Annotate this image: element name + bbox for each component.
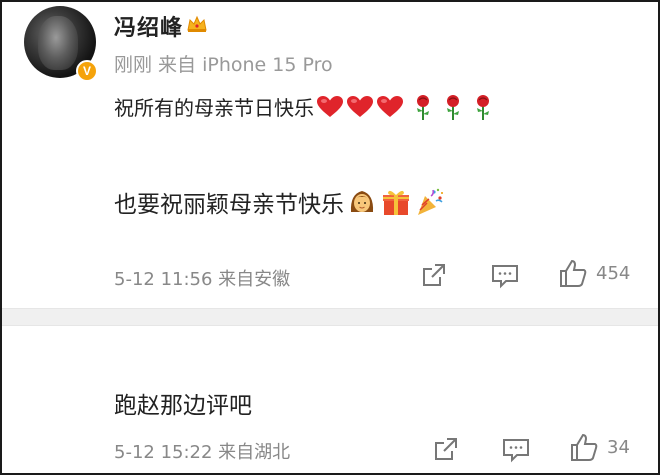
reply-like-count: 34 [607,436,630,458]
share-icon [435,438,457,460]
like-count: 454 [596,262,631,284]
post-meta: 刚刚 来自 iPhone 15 Pro [114,54,333,76]
section-divider [2,308,658,326]
post-timestamp: 5-12 11:56 来自安徽 [114,269,291,290]
share-button[interactable] [421,262,447,288]
verified-badge-icon: V [76,60,98,82]
username[interactable]: 冯绍峰 [114,10,183,42]
like-icon [571,433,598,461]
rose-icon [440,93,466,121]
comment-button[interactable] [491,263,519,289]
heart-icon [346,95,374,119]
heart-icon [316,95,344,119]
crown-icon [186,14,208,34]
reply-share-button[interactable] [433,436,459,462]
gift-icon [380,186,412,218]
like-button[interactable]: 454 [558,258,630,288]
post-text-line1: 祝所有的母亲节日快乐 [114,92,496,121]
reply-comment-button[interactable] [502,437,530,463]
reply-text: 跑赵那边评吧 [114,393,252,419]
post-text-line1-label: 祝所有的母亲节日快乐 [114,96,314,120]
share-icon [423,264,445,286]
heart-icon [376,95,404,119]
party-popper-icon [414,186,446,218]
reply-timestamp: 5-12 15:22 来自湖北 [114,442,291,463]
comment-icon [503,439,529,463]
reply-like-button[interactable]: 34 [569,432,630,462]
post-text-line2: 也要祝丽颖母亲节快乐 [114,185,446,219]
like-icon [560,259,587,287]
rose-icon [410,93,436,121]
woman-icon [346,186,378,218]
comment-icon [492,265,518,289]
rose-icon [470,93,496,121]
post-text-line2-label: 也要祝丽颖母亲节快乐 [114,192,344,218]
